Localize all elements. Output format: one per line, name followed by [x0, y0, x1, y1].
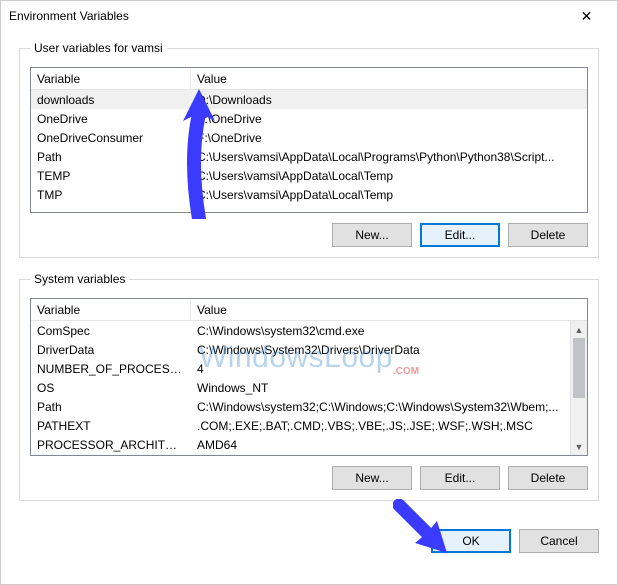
cancel-button[interactable]: Cancel: [519, 529, 599, 553]
table-row[interactable]: PATHEXT.COM;.EXE;.BAT;.CMD;.VBS;.VBE;.JS…: [31, 416, 570, 435]
cell-variable: TEMP: [31, 167, 191, 185]
system-new-button[interactable]: New...: [332, 466, 412, 490]
cell-variable: OS: [31, 379, 191, 397]
cell-value: C:\Users\vamsi\AppData\Local\Temp: [191, 167, 587, 185]
scroll-up-icon[interactable]: ▲: [571, 321, 587, 338]
cell-variable: NUMBER_OF_PROCESSORS: [31, 360, 191, 378]
system-edit-button[interactable]: Edit...: [420, 466, 500, 490]
cell-variable: TMP: [31, 186, 191, 204]
system-legend: System variables: [30, 272, 129, 286]
cell-value: D:\Downloads: [191, 91, 587, 109]
table-row[interactable]: OneDriveF:\OneDrive: [31, 109, 587, 128]
table-row[interactable]: downloadsD:\Downloads: [31, 90, 587, 109]
cell-value: 4: [191, 360, 570, 378]
titlebar: Environment Variables ✕: [1, 1, 617, 31]
table-row[interactable]: TEMPC:\Users\vamsi\AppData\Local\Temp: [31, 166, 587, 185]
cell-variable: OneDrive: [31, 110, 191, 128]
cell-variable: Path: [31, 148, 191, 166]
cell-value: C:\Users\vamsi\AppData\Local\Temp: [191, 186, 587, 204]
col-value[interactable]: Value: [191, 69, 587, 89]
table-row[interactable]: OneDriveConsumerF:\OneDrive: [31, 128, 587, 147]
user-variables-table[interactable]: Variable Value downloadsD:\DownloadsOneD…: [30, 67, 588, 213]
scroll-down-icon[interactable]: ▼: [571, 438, 587, 455]
cell-variable: PROCESSOR_ARCHITECTURE: [31, 436, 191, 454]
cell-value: .COM;.EXE;.BAT;.CMD;.VBS;.VBE;.JS;.JSE;.…: [191, 417, 570, 435]
user-delete-button[interactable]: Delete: [508, 223, 588, 247]
table-row[interactable]: NUMBER_OF_PROCESSORS4: [31, 359, 570, 378]
table-row[interactable]: TMPC:\Users\vamsi\AppData\Local\Temp: [31, 185, 587, 204]
table-row[interactable]: PathC:\Users\vamsi\AppData\Local\Program…: [31, 147, 587, 166]
col-variable[interactable]: Variable: [31, 69, 191, 89]
table-row[interactable]: ComSpecC:\Windows\system32\cmd.exe: [31, 321, 570, 340]
table-row[interactable]: DriverDataC:\Windows\System32\Drivers\Dr…: [31, 340, 570, 359]
table-row[interactable]: PathC:\Windows\system32;C:\Windows;C:\Wi…: [31, 397, 570, 416]
user-variables-group: User variables for vamsi Variable Value …: [19, 41, 599, 258]
table-row[interactable]: PROCESSOR_ARCHITECTUREAMD64: [31, 435, 570, 454]
scroll-thumb[interactable]: [573, 338, 585, 398]
col-variable[interactable]: Variable: [31, 300, 191, 320]
cell-variable: ComSpec: [31, 322, 191, 340]
user-edit-button[interactable]: Edit...: [420, 223, 500, 247]
cell-value: Windows_NT: [191, 379, 570, 397]
cell-value: C:\Users\vamsi\AppData\Local\Programs\Py…: [191, 148, 587, 166]
table-row[interactable]: OSWindows_NT: [31, 378, 570, 397]
close-button[interactable]: ✕: [564, 1, 609, 31]
cell-variable: downloads: [31, 91, 191, 109]
col-value[interactable]: Value: [191, 300, 587, 320]
cell-variable: PATHEXT: [31, 417, 191, 435]
user-legend: User variables for vamsi: [30, 41, 167, 55]
cell-value: F:\OneDrive: [191, 129, 587, 147]
ok-button[interactable]: OK: [431, 529, 511, 553]
cell-value: AMD64: [191, 436, 570, 454]
cell-value: C:\Windows\system32\cmd.exe: [191, 322, 570, 340]
system-delete-button[interactable]: Delete: [508, 466, 588, 490]
user-new-button[interactable]: New...: [332, 223, 412, 247]
scrollbar[interactable]: ▲ ▼: [570, 321, 587, 455]
cell-value: C:\Windows\system32;C:\Windows;C:\Window…: [191, 398, 570, 416]
cell-variable: DriverData: [31, 341, 191, 359]
window-title: Environment Variables: [9, 9, 129, 23]
cell-variable: Path: [31, 398, 191, 416]
cell-value: C:\Windows\System32\Drivers\DriverData: [191, 341, 570, 359]
cell-variable: OneDriveConsumer: [31, 129, 191, 147]
system-variables-table[interactable]: Variable Value ComSpecC:\Windows\system3…: [30, 298, 588, 456]
cell-value: F:\OneDrive: [191, 110, 587, 128]
system-variables-group: System variables Variable Value ComSpecC…: [19, 272, 599, 501]
